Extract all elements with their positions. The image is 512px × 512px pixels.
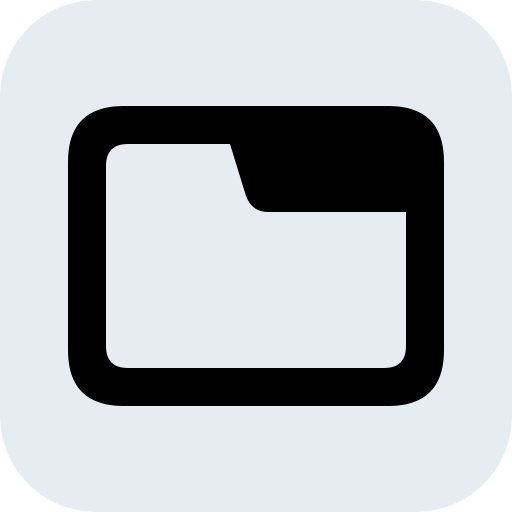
folder-tab-icon <box>0 0 512 512</box>
app-icon-tile[interactable] <box>0 0 512 512</box>
